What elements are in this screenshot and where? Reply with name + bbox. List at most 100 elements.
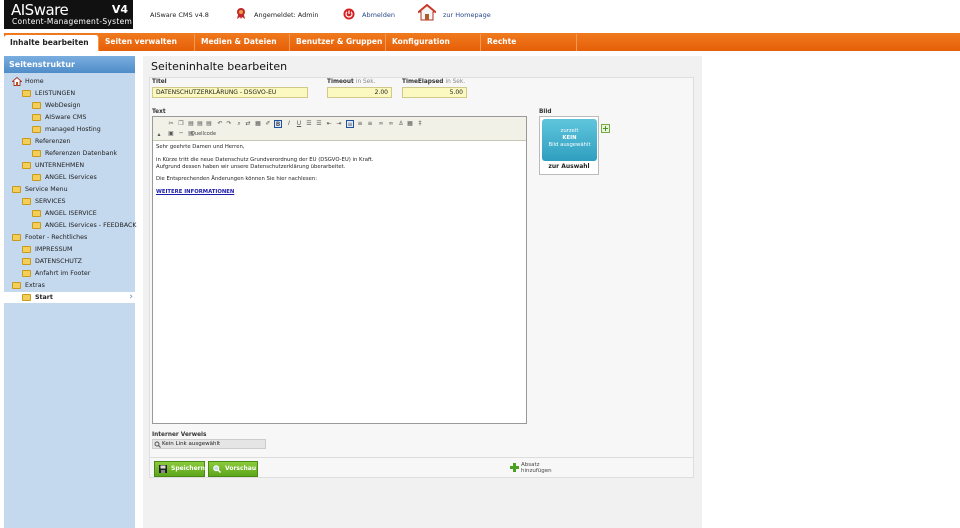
table-icon[interactable]: ▦ <box>406 120 414 128</box>
sidebar-item[interactable]: Home <box>4 76 135 87</box>
redo-icon[interactable]: ↷ <box>225 120 233 128</box>
cut-icon[interactable]: ✂ <box>167 120 175 128</box>
folder-icon <box>22 258 31 265</box>
sidebar-item[interactable]: ANGEL ISERVICE <box>4 208 135 219</box>
tab-inhalte-bearbeiten[interactable]: Inhalte bearbeiten <box>4 35 99 51</box>
content-form: Titel DATENSCHUTZERKLÄRUNG - DSGVO-EU Ti… <box>149 77 694 478</box>
sidebar-item[interactable]: Start › <box>4 292 135 303</box>
home-icon[interactable] <box>418 4 436 21</box>
paste-word-icon[interactable]: ▤ <box>205 120 213 128</box>
user-badge-icon <box>236 7 246 20</box>
replace-icon[interactable]: ⇄ <box>244 120 252 128</box>
main-nav: Inhalte bearbeiten Seiten verwalten Medi… <box>4 33 960 51</box>
bold-icon[interactable]: B <box>274 120 282 128</box>
internal-link-field[interactable]: Kein Link ausgewählt <box>152 439 266 449</box>
sidebar-item[interactable]: Referenzen Datenbank <box>4 148 135 159</box>
homepage-link[interactable]: zur Homepage <box>443 11 491 19</box>
sidebar-item[interactable]: WebDesign <box>4 100 135 111</box>
folder-icon <box>32 102 41 109</box>
power-icon[interactable] <box>343 8 355 20</box>
sidebar-item-label: LEISTUNGEN <box>35 90 76 97</box>
copy-icon[interactable]: ❐ <box>177 120 185 128</box>
elapsed-label: TimeElapsed in Sek. <box>402 79 466 85</box>
sidebar-item[interactable]: Anfahrt im Footer <box>4 268 135 279</box>
sidebar-item[interactable]: UNTERNEHMEN <box>4 160 135 171</box>
sidebar-item[interactable]: ANGEL IServices <box>4 172 135 183</box>
editor-content[interactable]: Sehr geehrte Damen und Herren, in Kürze … <box>153 141 526 199</box>
tab-seiten-verwalten[interactable]: Seiten verwalten <box>99 34 195 51</box>
weitere-informationen-link[interactable]: WEITERE INFORMATIONEN <box>156 189 234 195</box>
unlink-icon[interactable]: ∞ <box>387 120 395 128</box>
undo-icon[interactable]: ↶ <box>216 120 224 128</box>
rich-text-editor[interactable]: Quellcode ✂ ❐ ▤ ▤ ▤ ↶ ↷ ⌕ ⇄ ▦ ✐ B I U ☰ ☰ ⇤ ⇥ ≡ ≡ ≡ ∞ ∞ ⚓ ▦ ‡ ▣ ─ ▤ ▴… <box>152 116 527 424</box>
sidebar-item[interactable]: Referenzen <box>4 136 135 147</box>
sidebar-item-label: Footer - Rechtliches <box>25 234 88 241</box>
titel-input[interactable]: DATENSCHUTZERKLÄRUNG - DSGVO-EU <box>152 87 308 98</box>
anchor-icon[interactable]: ⚓ <box>397 120 405 128</box>
plus-icon <box>510 463 519 472</box>
add-image-icon[interactable]: + <box>601 124 610 133</box>
save-button[interactable]: Speichern <box>154 461 205 477</box>
sidebar-item[interactable]: IMPRESSUM <box>4 244 135 255</box>
sidebar-item[interactable]: Footer - Rechtliches <box>4 232 135 243</box>
bild-label: Bild <box>539 109 552 115</box>
preview-button[interactable]: Vorschau <box>208 461 258 477</box>
sidebar-item[interactable]: DATENSCHUTZ <box>4 256 135 267</box>
source-icon[interactable]: ▤ <box>187 130 195 138</box>
folder-icon <box>12 282 21 289</box>
tab-rechte[interactable]: Rechte <box>481 34 577 51</box>
bild-line1: zurzeit <box>560 128 579 134</box>
select-all-icon[interactable]: ▦ <box>254 120 262 128</box>
align-center-icon[interactable]: ≡ <box>356 120 364 128</box>
sidebar-item-label: Service Menu <box>25 186 68 193</box>
sidebar-item[interactable]: ANGEL IServices - FEEDBACK <box>4 220 137 231</box>
image-picker[interactable]: zurzeit KEIN Bild ausgewählt zur Auswahl <box>539 116 599 175</box>
tab-konfiguration[interactable]: Konfiguration <box>386 34 481 51</box>
sidebar: Seitenstruktur Home LEISTUNGEN WebDesign AI… <box>4 56 137 528</box>
titel-label: Titel <box>152 79 167 85</box>
eraser-icon[interactable]: ✐ <box>264 120 272 128</box>
form-divider <box>150 457 693 458</box>
elapsed-input[interactable]: 5.00 <box>402 87 467 98</box>
logo-version: V4 <box>111 3 128 16</box>
underline-icon[interactable]: U <box>295 120 303 128</box>
align-left-icon[interactable]: ≡ <box>346 120 354 128</box>
image-icon[interactable]: ▣ <box>167 130 175 138</box>
tab-medien-dateien[interactable]: Medien & Dateien <box>195 34 290 51</box>
sidebar-item-label: Extras <box>25 282 45 289</box>
timeout-input[interactable]: 2.00 <box>327 87 392 98</box>
folder-icon <box>32 126 41 133</box>
find-icon[interactable]: ⌕ <box>235 120 243 128</box>
paste-text-icon[interactable]: ▤ <box>196 120 204 128</box>
sidebar-item[interactable]: Service Menu <box>4 184 135 195</box>
sidebar-item[interactable]: SERVICES <box>4 196 135 207</box>
sidebar-item[interactable]: AISware CMS <box>4 112 135 123</box>
sidebar-item[interactable]: LEISTUNGEN <box>4 88 135 99</box>
paste-icon[interactable]: ▤ <box>187 120 195 128</box>
add-paragraph-button[interactable]: Absatz hinzufügen <box>510 462 552 474</box>
align-right-icon[interactable]: ≡ <box>366 120 374 128</box>
link-icon[interactable]: ∞ <box>377 120 385 128</box>
bullet-list-icon[interactable]: ☰ <box>315 120 323 128</box>
cms-version: AISware CMS v4.8 <box>150 11 209 19</box>
sidebar-item-label: ANGEL ISERVICE <box>45 210 97 217</box>
special-char-icon[interactable]: ‡ <box>416 120 424 128</box>
sidebar-item-label: Referenzen <box>35 138 71 145</box>
sidebar-item-label: SERVICES <box>35 198 66 205</box>
sidebar-item[interactable]: Extras <box>4 280 135 291</box>
ordered-list-icon[interactable]: ☰ <box>305 120 313 128</box>
folder-icon <box>12 186 21 193</box>
bild-line3: Bild ausgewählt <box>548 142 591 148</box>
sidebar-item[interactable]: managed Hosting <box>4 124 135 135</box>
page-title: Seiteninhalte bearbeiten <box>151 60 288 73</box>
tab-benutzer-gruppen[interactable]: Benutzer & Gruppen <box>290 34 386 51</box>
editor-paragraph: Sehr geehrte Damen und Herren, <box>156 144 245 150</box>
toolbar-collapse-icon[interactable]: ▴ <box>155 131 163 139</box>
indent-icon[interactable]: ⇥ <box>335 120 343 128</box>
logout-link[interactable]: Abmelden <box>362 11 395 19</box>
italic-icon[interactable]: I <box>285 120 293 128</box>
horizontal-rule-icon[interactable]: ─ <box>177 130 185 138</box>
editor-paragraph: Aufgrund dessen haben wir unsere Datensc… <box>156 163 346 170</box>
choose-image-label[interactable]: zur Auswahl <box>540 163 598 170</box>
outdent-icon[interactable]: ⇤ <box>325 120 333 128</box>
